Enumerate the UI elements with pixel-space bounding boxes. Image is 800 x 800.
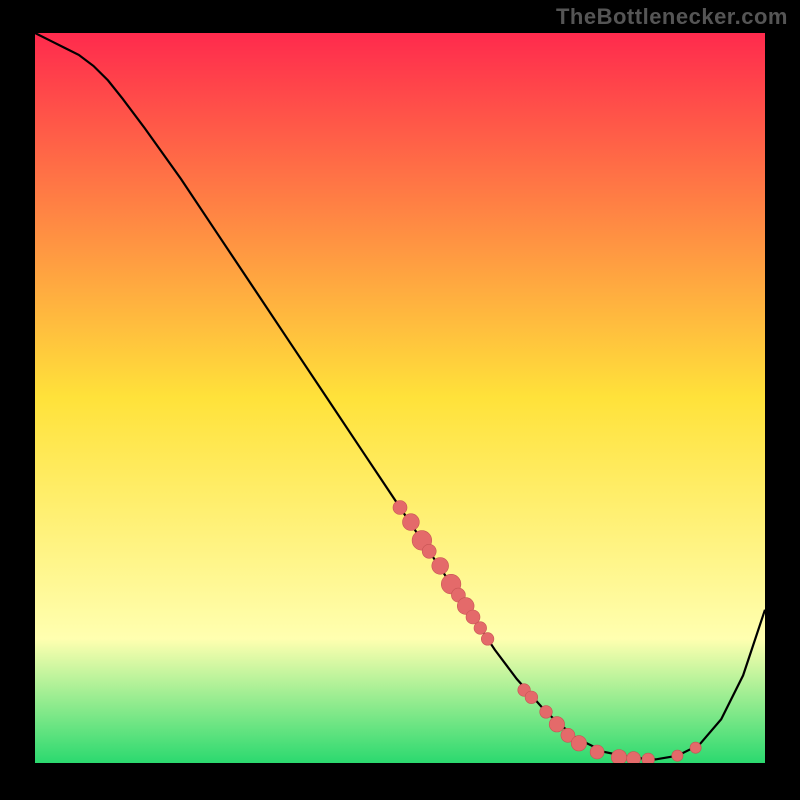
- data-marker: [422, 544, 436, 558]
- data-marker: [393, 501, 407, 515]
- data-marker: [642, 753, 655, 763]
- data-marker: [525, 691, 538, 704]
- data-marker: [590, 745, 604, 759]
- data-marker: [474, 622, 487, 635]
- data-marker: [611, 750, 626, 764]
- data-marker: [540, 706, 553, 719]
- watermark-text: TheBottlenecker.com: [556, 4, 788, 30]
- gradient-background: [35, 33, 765, 763]
- data-marker: [672, 750, 683, 761]
- figure-container: TheBottlenecker.com: [0, 0, 800, 800]
- data-marker: [571, 736, 586, 751]
- data-marker: [403, 514, 420, 531]
- data-marker: [432, 558, 449, 575]
- chart-bottleneck-curve: [35, 33, 765, 763]
- chart-svg: [35, 33, 765, 763]
- data-marker: [690, 742, 701, 753]
- data-marker: [481, 633, 494, 646]
- data-marker: [549, 717, 564, 732]
- data-marker: [627, 752, 641, 763]
